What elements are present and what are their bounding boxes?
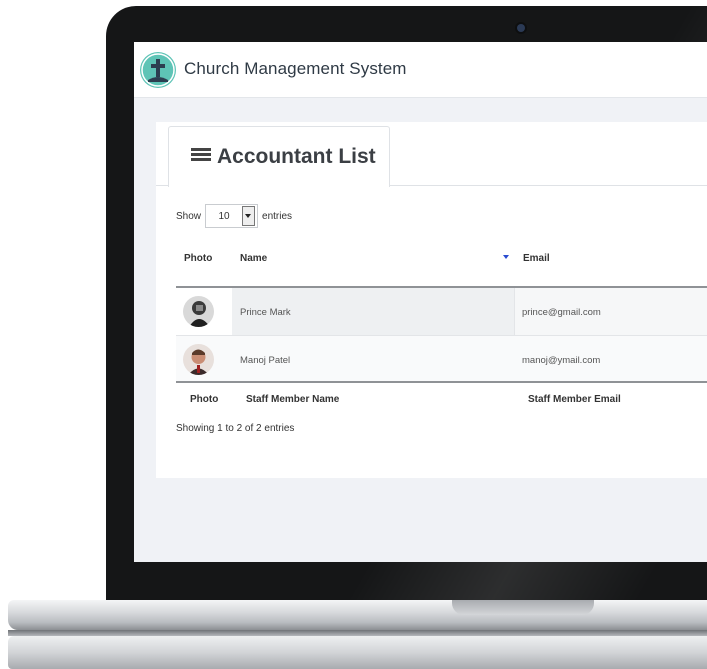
cross-icon[interactable] bbox=[140, 52, 176, 88]
chevron-down-icon[interactable] bbox=[242, 206, 256, 226]
sort-desc-icon[interactable] bbox=[503, 255, 509, 259]
table-info: Showing 1 to 2 of 2 entries bbox=[176, 423, 295, 434]
table-footer-rule bbox=[176, 381, 707, 383]
table-row[interactable]: Manoj Patel manoj@ymail.com bbox=[176, 336, 707, 383]
row-email: prince@gmail.com bbox=[522, 307, 601, 318]
app-header: Church Management System bbox=[134, 42, 707, 98]
row-name: Manoj Patel bbox=[240, 355, 291, 366]
laptop-base-top bbox=[8, 600, 707, 630]
laptop-hinge-notch bbox=[452, 600, 594, 615]
tab-title: Accountant List bbox=[217, 145, 376, 168]
entries-select-value: 10 bbox=[218, 210, 230, 222]
row-email: manoj@ymail.com bbox=[522, 355, 601, 366]
show-label: Show bbox=[176, 210, 202, 222]
avatar bbox=[183, 296, 214, 327]
laptop-base-bottom bbox=[8, 636, 707, 669]
column-header-email[interactable]: Email bbox=[523, 253, 550, 264]
length-control: Show 10 entries bbox=[176, 204, 292, 228]
column-header-name[interactable]: Name bbox=[240, 253, 267, 264]
footer-photo: Photo bbox=[190, 394, 219, 405]
laptop-screen: Church Management System Accountant List… bbox=[134, 42, 707, 562]
row-name: Prince Mark bbox=[240, 307, 291, 318]
webcam-icon bbox=[517, 24, 525, 32]
avatar bbox=[183, 344, 214, 375]
entries-select[interactable]: 10 bbox=[205, 204, 259, 228]
footer-email: Staff Member Email bbox=[528, 394, 621, 405]
app-title: Church Management System bbox=[184, 59, 407, 78]
list-icon bbox=[191, 148, 211, 164]
column-header-photo[interactable]: Photo bbox=[184, 253, 212, 264]
table-row[interactable]: Prince Mark prince@gmail.com bbox=[176, 288, 707, 335]
entries-label: entries bbox=[262, 210, 293, 222]
footer-name: Staff Member Name bbox=[246, 394, 340, 405]
tab-accountant-list[interactable]: Accountant List bbox=[168, 126, 390, 187]
